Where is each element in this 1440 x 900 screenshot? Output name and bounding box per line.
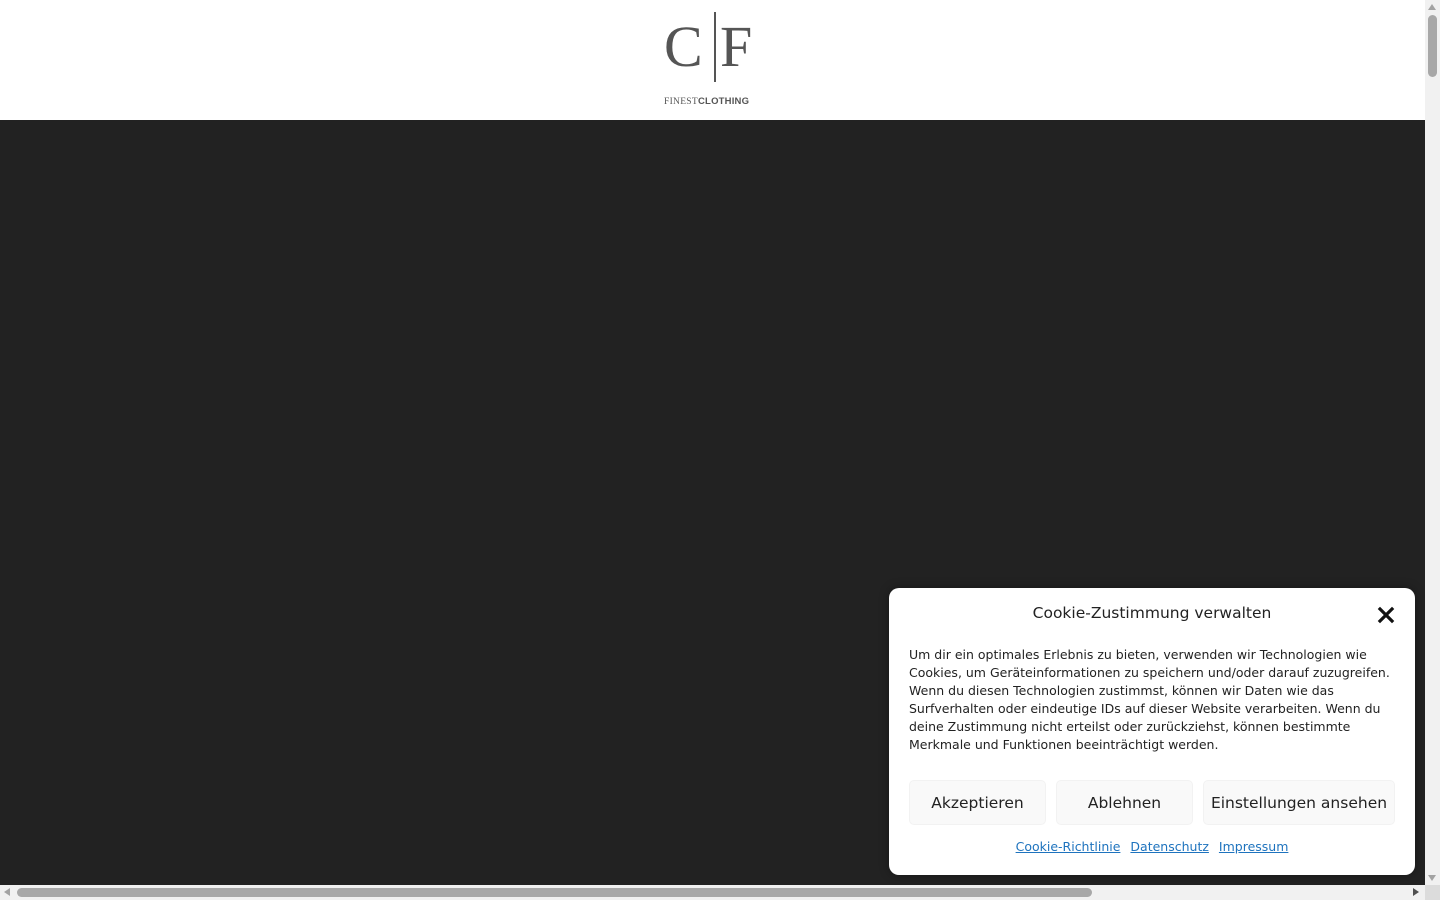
logo-divider xyxy=(714,12,716,82)
vertical-scrollbar-thumb[interactable] xyxy=(1428,15,1437,77)
cookie-consent-dialog: Cookie-Zustimmung verwalten Um dir ein o… xyxy=(889,588,1415,875)
accept-button[interactable]: Akzeptieren xyxy=(909,780,1046,825)
horizontal-scrollbar-thumb[interactable] xyxy=(17,888,1092,897)
scroll-left-arrow-icon[interactable] xyxy=(4,888,10,896)
imprint-link[interactable]: Impressum xyxy=(1219,839,1288,857)
logo-tagline-finest: FINEST xyxy=(664,97,698,107)
close-icon[interactable] xyxy=(1375,604,1397,626)
logo-letter-c: C xyxy=(664,14,703,79)
site-header: C F FINESTCLOTHING xyxy=(0,0,1425,120)
cookie-dialog-title: Cookie-Zustimmung verwalten xyxy=(1032,604,1272,622)
logo-tagline-clothing: CLOTHING xyxy=(698,96,750,107)
scroll-down-arrow-icon[interactable] xyxy=(1428,875,1436,881)
horizontal-scrollbar[interactable] xyxy=(0,885,1425,900)
scroll-right-arrow-icon[interactable] xyxy=(1413,888,1419,896)
deny-button[interactable]: Ablehnen xyxy=(1056,780,1193,825)
vertical-scrollbar[interactable] xyxy=(1425,0,1440,885)
cookie-dialog-text: Um dir ein optimales Erlebnis zu bieten,… xyxy=(909,647,1390,752)
logo-tagline: FINESTCLOTHING xyxy=(664,96,764,108)
scroll-up-arrow-icon[interactable] xyxy=(1428,4,1436,10)
scrollbar-corner xyxy=(1425,885,1440,900)
cookie-dialog-links: Cookie-Richtlinie Datenschutz Impressum xyxy=(889,839,1415,857)
logo-monogram: C F xyxy=(664,12,764,84)
site-logo[interactable]: C F FINESTCLOTHING xyxy=(664,12,764,108)
logo-letter-f: F xyxy=(720,14,753,79)
view-preferences-button[interactable]: Einstellungen ansehen xyxy=(1203,780,1395,825)
cookie-policy-link[interactable]: Cookie-Richtlinie xyxy=(1016,839,1121,857)
privacy-link[interactable]: Datenschutz xyxy=(1130,839,1209,857)
